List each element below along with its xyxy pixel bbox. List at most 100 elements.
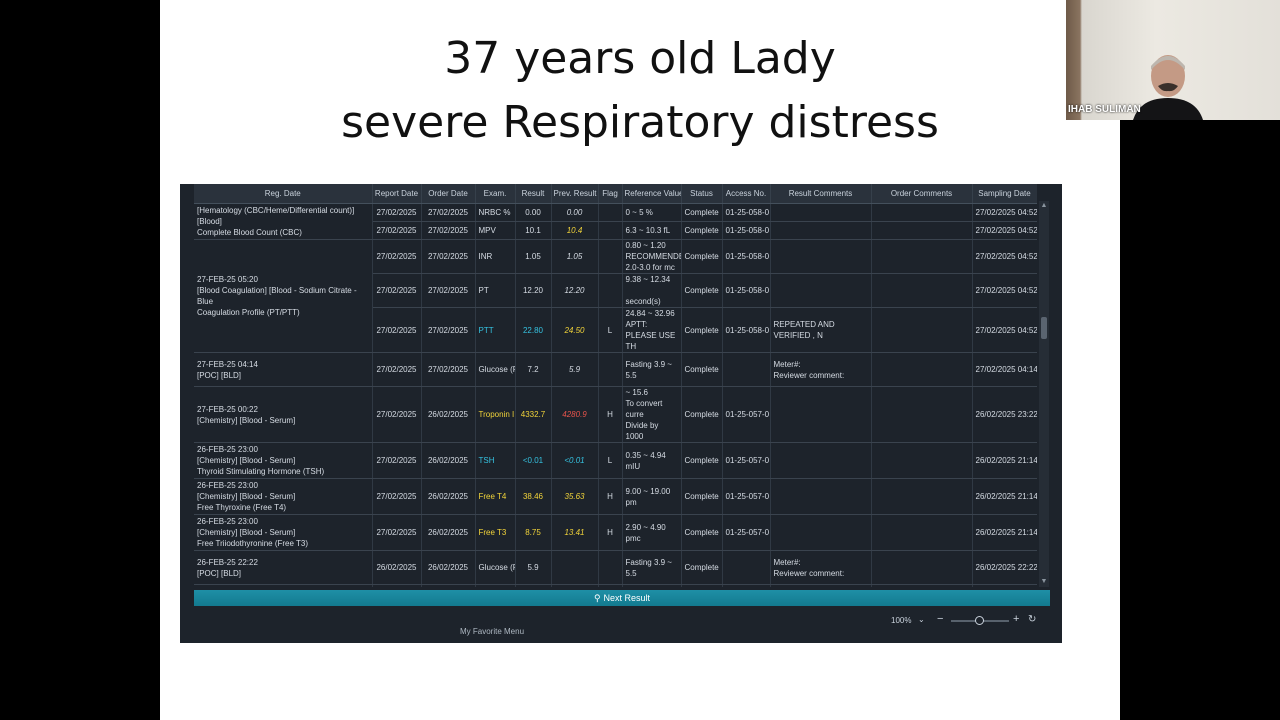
column-header[interactable]: Access No. [722,184,771,204]
table-row[interactable]: 27-FEB-25 05:20 [Blood Coagulation] [Blo… [194,239,1037,353]
report-cell: 27/02/2025 [372,221,422,240]
rcomment-cell [770,203,872,222]
refresh-icon[interactable]: ↻ [1028,614,1036,625]
report-cell: 27/02/2025 [372,352,422,387]
ref-cell: 6.3 ~ 10.3 fL [622,221,682,240]
order-cell: 26/02/2025 [421,584,476,587]
table-row[interactable]: 27-FEB-25 00:22 [Chemistry] [Blood - Ser… [194,386,1037,443]
ocomment-cell [871,386,973,443]
registration-cell: 26-FEB-25 23:00 [Chemistry] [Blood - Ser… [194,442,373,479]
flag-cell [598,221,623,240]
scroll-up-icon[interactable]: ▲ [1039,201,1049,211]
scroll-down-icon[interactable]: ▼ [1039,577,1049,587]
table-row[interactable]: 26-FEB-25 23:00 [Chemistry] [Blood - Ser… [194,478,1037,515]
access-cell: 01-25-057-0 [722,478,771,515]
access-cell: 01-25-057-0 [722,442,771,479]
table-row[interactable]: [Hematology (CBC/Heme/Differential count… [194,203,1037,240]
prev-cell: 0.05 [551,584,599,587]
zoom-level[interactable]: 100% [891,616,917,625]
next-result-label: Next Result [603,593,651,603]
scrollbar-thumb[interactable] [1041,317,1047,339]
vertical-scrollbar[interactable]: ▲ ▼ [1039,201,1049,587]
column-header[interactable]: Reg. Date [194,184,373,204]
sampling-cell: 26/02/2025 21:14 [972,514,1037,551]
sampling-cell: 26/02/2025 22:22 [972,550,1037,585]
access-cell: 01-25-058-0 [722,273,771,308]
sampling-cell: 26/02/2025 00:00 [972,584,1037,587]
result-cell: 12.20 [515,273,552,308]
flag-cell: H [598,386,623,443]
access-cell: 01-25-057-0 [722,584,771,587]
column-header[interactable]: Order Comments [871,184,973,204]
zoom-in-button[interactable]: + [1013,613,1019,625]
column-header[interactable]: Result Comments [770,184,872,204]
column-header[interactable]: Reference Value [622,184,682,204]
access-cell: 01-25-058-0 [722,221,771,240]
exam-cell: NRBC % [475,203,516,222]
status-cell: Complete [681,478,723,515]
exam-cell: Glucose (P [475,550,516,585]
registration-cell: 26-FEB-25 21:59 [Hematology (CBC/Heme/Di… [194,584,373,587]
flag-cell: L [598,442,623,479]
result-cell: 0.02 [515,584,552,587]
result-cell: 1.05 [515,239,552,274]
prev-cell: 0.00 [551,203,599,222]
access-cell [722,550,771,585]
webcam-thumbnail: IHAB SULIMAN [1066,0,1280,120]
table-row[interactable]: 26-FEB-25 22:22 [POC] [BLD] 26/02/2025 26/… [194,550,1037,585]
order-cell: 26/02/2025 [421,386,476,443]
column-header[interactable]: Result [515,184,552,204]
exam-cell: MPV [475,221,516,240]
next-result-button[interactable]: ⚲ Next Result [194,590,1050,606]
table-row[interactable]: 26-FEB-25 23:00 [Chemistry] [Blood - Ser… [194,442,1037,479]
registration-cell: 26-FEB-25 22:22 [POC] [BLD] [194,550,373,585]
report-cell: 27/02/2025 [372,307,422,353]
table-row[interactable]: 27-FEB-25 04:14 [POC] [BLD] 27/02/2025 27/… [194,352,1037,387]
prev-cell: 5.9 [551,352,599,387]
zoom-out-button[interactable]: − [937,613,943,625]
flag-cell [598,239,623,274]
column-header[interactable]: Sampling Date [972,184,1037,204]
prev-cell: 12.20 [551,273,599,308]
report-cell: 27/02/2025 [372,386,422,443]
sampling-cell: 27/02/2025 04:52 [972,203,1037,222]
ocomment-cell [871,584,973,587]
column-header[interactable]: Status [681,184,723,204]
ref-cell: 2.90 ~ 4.90 pmc [622,514,682,551]
table-row[interactable]: 26-FEB-25 23:00 [Chemistry] [Blood - Ser… [194,514,1037,551]
registration-cell: [Hematology (CBC/Heme/Differential count… [194,203,373,240]
rcomment-cell [770,514,872,551]
access-cell: 01-25-057-0 [722,386,771,443]
prev-cell: <0.01 [551,442,599,479]
favorite-menu-link[interactable]: My Favorite Menu [460,627,524,636]
prev-cell [551,550,599,585]
column-header[interactable]: Order Date [421,184,476,204]
result-cell: 7.2 [515,352,552,387]
column-header[interactable]: Prev. Result [551,184,599,204]
order-cell: 27/02/2025 [421,352,476,387]
registration-cell: 27-FEB-25 05:20 [Blood Coagulation] [Blo… [194,239,373,353]
lab-results-window: Reg. Date Report Date Order Date Exam. Resul… [180,184,1062,643]
status-cell: Complete [681,352,723,387]
order-cell: 27/02/2025 [421,239,476,274]
ref-cell: 24.84 ~ 32.96 APTT: PLEASE USE TH [622,307,682,353]
result-cell: 5.9 [515,550,552,585]
access-cell: 01-25-058-0 [722,239,771,274]
zoom-slider-handle[interactable] [975,616,984,625]
order-cell: 26/02/2025 [421,442,476,479]
flag-cell [598,550,623,585]
column-header[interactable]: Exam. [475,184,516,204]
registration-cell: 26-FEB-25 23:00 [Chemistry] [Blood - Ser… [194,514,373,551]
ocomment-cell [871,442,973,479]
access-cell: 01-25-058-0 [722,307,771,353]
report-cell: 27/02/2025 [372,514,422,551]
column-header[interactable]: Report Date [372,184,422,204]
ocomment-cell [871,478,973,515]
table-row[interactable]: 26-FEB-25 21:59 [Hematology (CBC/Heme/Di… [194,584,1037,587]
column-header[interactable]: Flag [598,184,623,204]
slide-title-line-2: severe Respiratory distress [341,97,939,148]
ref-cell: ~ 15.6 To convert curre Divide by 1000 [622,386,682,443]
order-cell: 27/02/2025 [421,307,476,353]
exam-cell: Troponin I [475,386,516,443]
chevron-down-icon[interactable]: ⌄ [918,615,925,624]
